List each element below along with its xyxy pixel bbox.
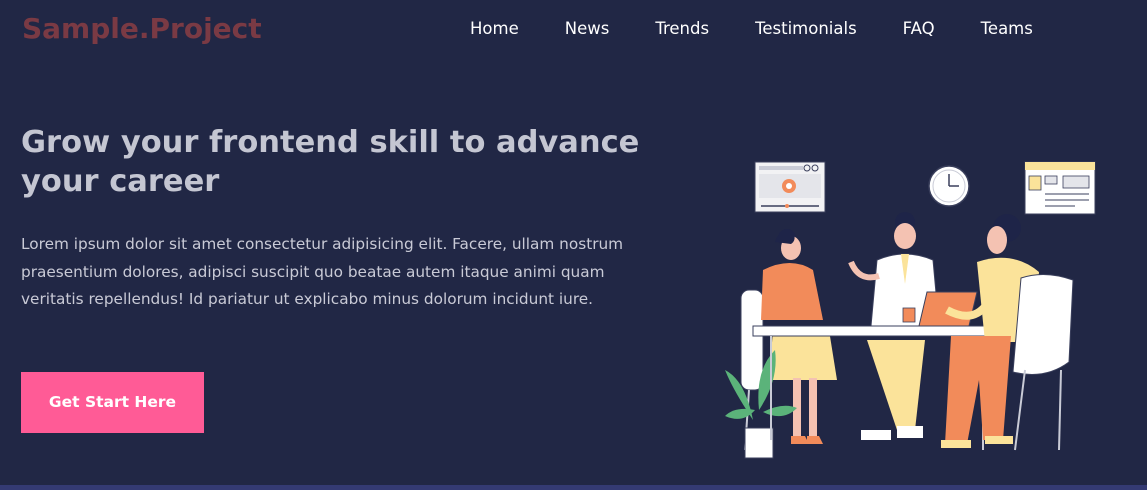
hero-description: Lorem ipsum dolor sit amet consectetur a…	[21, 235, 624, 308]
landing-page: Sample.Project Home News Trends Testimon…	[0, 0, 1147, 490]
main-nav: Home News Trends Testimonials FAQ Teams	[470, 19, 1033, 39]
nav-home[interactable]: Home	[470, 19, 519, 39]
get-started-button[interactable]: Get Start Here	[21, 372, 204, 433]
section-divider	[0, 485, 1147, 490]
browser-window-icon	[1024, 161, 1096, 215]
nav-news[interactable]: News	[565, 19, 610, 39]
site-logo[interactable]: Sample.Project	[22, 12, 262, 45]
nav-faq[interactable]: FAQ	[903, 19, 935, 39]
nav-testimonials[interactable]: Testimonials	[755, 19, 857, 39]
nav-trends[interactable]: Trends	[655, 19, 709, 39]
clock-icon	[928, 165, 970, 207]
team-meeting-illustration	[725, 161, 1096, 459]
video-player-icon	[754, 161, 826, 213]
nav-teams[interactable]: Teams	[981, 19, 1033, 39]
hero-title: Grow your frontend skill to advance your…	[21, 125, 640, 199]
